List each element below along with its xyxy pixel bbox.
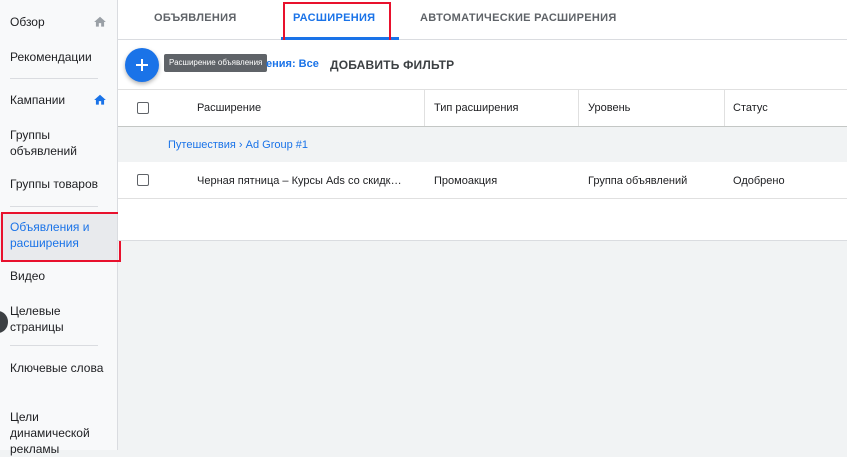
sidebar-item-label: Рекомендации xyxy=(10,50,92,64)
sidebar-item-product-groups[interactable]: Группы товаров xyxy=(0,176,117,192)
sidebar-divider xyxy=(10,345,98,346)
column-header-level[interactable]: Уровень xyxy=(588,102,630,114)
home-icon xyxy=(94,16,106,27)
sidebar-item-label: Группы объявлений xyxy=(10,128,77,158)
filter-chip[interactable]: ения: Все xyxy=(266,58,319,70)
sidebar-item-overview[interactable]: Обзор xyxy=(0,14,117,30)
column-header-status[interactable]: Статус xyxy=(733,102,768,114)
cell-type: Промоакция xyxy=(434,175,498,187)
row-checkbox[interactable] xyxy=(137,174,149,186)
highlight-box-tab xyxy=(283,2,391,44)
sidebar-item-keywords[interactable]: Ключевые слова xyxy=(0,360,117,376)
column-header-extension[interactable]: Расширение xyxy=(197,102,261,114)
add-extension-button[interactable] xyxy=(125,48,159,82)
sidebar-item-label: Видео xyxy=(10,269,46,283)
tab-bar: ОБЪЯВЛЕНИЯ РАСШИРЕНИЯ АВТОМАТИЧЕСКИЕ РАС… xyxy=(118,0,847,44)
group-breadcrumb-link[interactable]: Путешествия › Ad Group #1 xyxy=(168,139,308,151)
sidebar-item-campaigns[interactable]: Кампании xyxy=(0,92,117,108)
column-separator xyxy=(578,90,579,126)
column-separator xyxy=(724,90,725,126)
select-all-checkbox[interactable] xyxy=(137,102,149,114)
sidebar-item-label: Ключевые слова xyxy=(10,361,104,375)
sidebar-item-ad-groups[interactable]: Группы объявлений xyxy=(0,127,117,159)
sidebar-item-label: Группы товаров xyxy=(10,177,98,191)
column-header-type[interactable]: Тип расширения xyxy=(434,102,519,114)
tab-automatic-extensions[interactable]: АВТОМАТИЧЕСКИЕ РАСШИРЕНИЯ xyxy=(420,12,617,24)
table-header: Расширение Тип расширения Уровень Статус xyxy=(118,89,847,127)
sidebar-item-label: Цели динамической рекламы xyxy=(10,410,90,456)
highlight-box-sidebar xyxy=(1,212,121,262)
table-row[interactable]: Черная пятница – Курсы Ads со скидко… Пр… xyxy=(118,162,847,199)
add-filter-button[interactable]: ДОБАВИТЬ ФИЛЬТР xyxy=(330,58,454,72)
sidebar-divider xyxy=(10,78,98,79)
group-row: Путешествия › Ad Group #1 xyxy=(118,127,847,162)
tab-ads[interactable]: ОБЪЯВЛЕНИЯ xyxy=(154,12,237,24)
sidebar: Обзор Рекомендации Кампании Группы объяв… xyxy=(0,0,121,456)
cell-status: Одобрено xyxy=(733,175,785,187)
sidebar-item-label: Целевые страницы xyxy=(10,304,64,334)
sidebar-item-recommendations[interactable]: Рекомендации xyxy=(0,49,117,65)
sidebar-item-landing-pages[interactable]: Целевые страницы xyxy=(0,303,117,335)
fab-tooltip: Расширение объявления xyxy=(164,54,268,72)
sidebar-item-label: Кампании xyxy=(10,93,66,107)
column-separator xyxy=(424,90,425,126)
cell-level: Группа объявлений xyxy=(588,175,688,187)
sidebar-item-label: Обзор xyxy=(10,15,45,29)
sidebar-item-video[interactable]: Видео xyxy=(0,268,117,284)
home-icon xyxy=(94,94,106,105)
sidebar-divider xyxy=(10,206,98,207)
extensions-panel: Расширение объявления ения: Все ДОБАВИТЬ… xyxy=(118,40,847,241)
cell-extension[interactable]: Черная пятница – Курсы Ads со скидко… xyxy=(197,175,402,187)
